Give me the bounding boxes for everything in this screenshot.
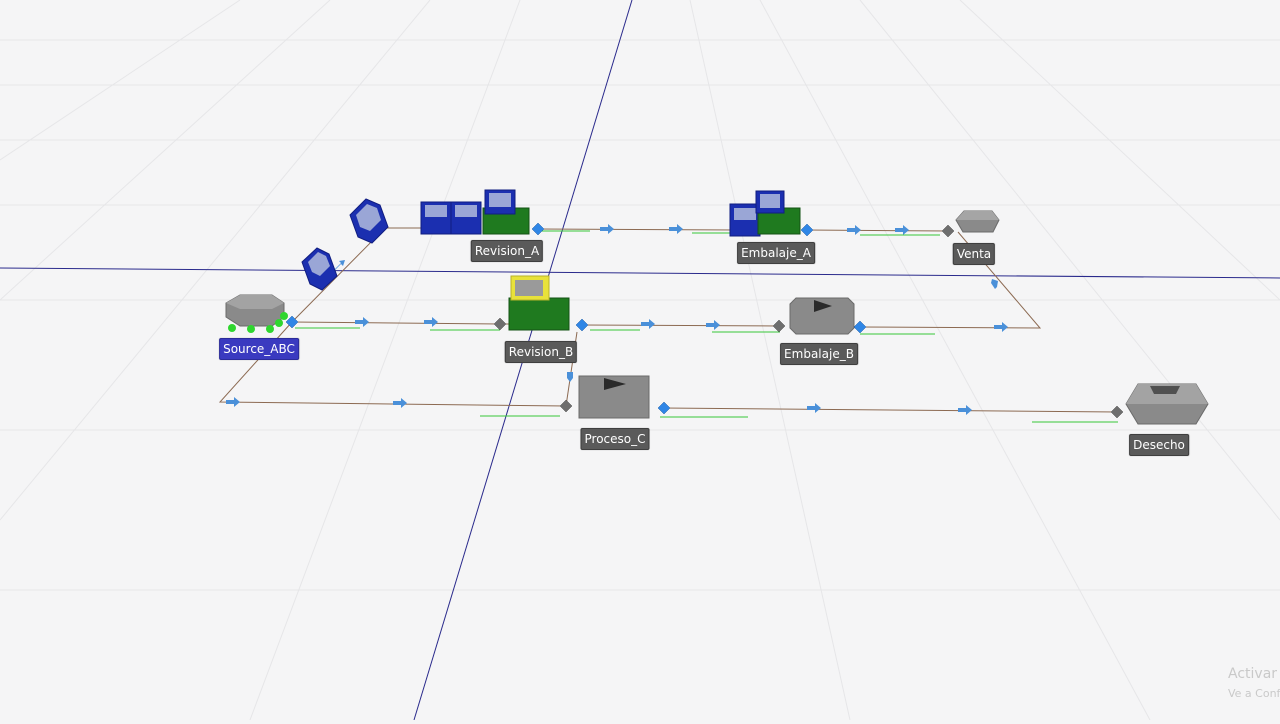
flow-arrow xyxy=(355,317,369,327)
flow-arrow xyxy=(335,260,345,270)
label-revision-a[interactable]: Revision_A xyxy=(470,240,544,262)
output-port xyxy=(657,401,671,415)
flow-arrow xyxy=(641,319,655,329)
flow-arrow xyxy=(847,225,861,235)
flow-arrow xyxy=(807,403,821,413)
flow-arrow xyxy=(669,224,683,234)
input-port xyxy=(493,317,507,331)
flow-arrow xyxy=(600,224,614,234)
windows-activation-watermark-sub: Ve a Conf xyxy=(1228,687,1280,700)
flow-arrow xyxy=(424,317,438,327)
label-venta[interactable]: Venta xyxy=(952,243,996,265)
revision-a-object[interactable] xyxy=(420,189,530,235)
flow-arrow xyxy=(706,320,720,330)
flow-arrow xyxy=(567,372,573,382)
input-port xyxy=(1110,405,1124,419)
flow-arrow xyxy=(994,322,1008,332)
conveyor-items xyxy=(301,198,389,291)
label-proceso-c[interactable]: Proceso_C xyxy=(580,428,650,450)
desecho-object[interactable] xyxy=(1125,383,1209,425)
label-revision-b[interactable]: Revision_B xyxy=(504,341,578,363)
embalaje-b-object[interactable] xyxy=(789,297,855,335)
input-port xyxy=(559,399,573,413)
x-axis-line xyxy=(0,267,1280,279)
source-abc-object[interactable] xyxy=(225,294,288,333)
revision-b-object[interactable] xyxy=(508,275,570,331)
output-port xyxy=(800,223,814,237)
output-port xyxy=(531,222,545,236)
label-desecho[interactable]: Desecho xyxy=(1129,434,1189,456)
label-embalaje-a[interactable]: Embalaje_A xyxy=(737,242,815,264)
flow-arrow xyxy=(895,225,909,235)
output-port xyxy=(853,320,867,334)
model-canvas[interactable] xyxy=(0,0,1280,721)
input-port xyxy=(772,319,786,333)
embalaje-a-object[interactable] xyxy=(729,190,801,237)
windows-activation-watermark: Activar xyxy=(1228,666,1278,682)
floor-grid xyxy=(0,0,1280,721)
input-port xyxy=(941,224,955,238)
flow-arrow xyxy=(958,405,972,415)
proceso-c-object[interactable] xyxy=(578,375,650,419)
flow-arrow xyxy=(226,397,240,407)
output-port xyxy=(575,318,589,332)
venta-object[interactable] xyxy=(955,210,1000,233)
3d-model-viewport[interactable]: Source_ABC Revision_A Revision_B Embalaj… xyxy=(0,0,1280,721)
flow-arrow xyxy=(393,398,407,408)
label-embalaje-b[interactable]: Embalaje_B xyxy=(780,343,858,365)
world-axes xyxy=(0,0,1280,721)
flow-arrow xyxy=(991,279,998,289)
label-source-abc[interactable]: Source_ABC xyxy=(219,338,299,360)
